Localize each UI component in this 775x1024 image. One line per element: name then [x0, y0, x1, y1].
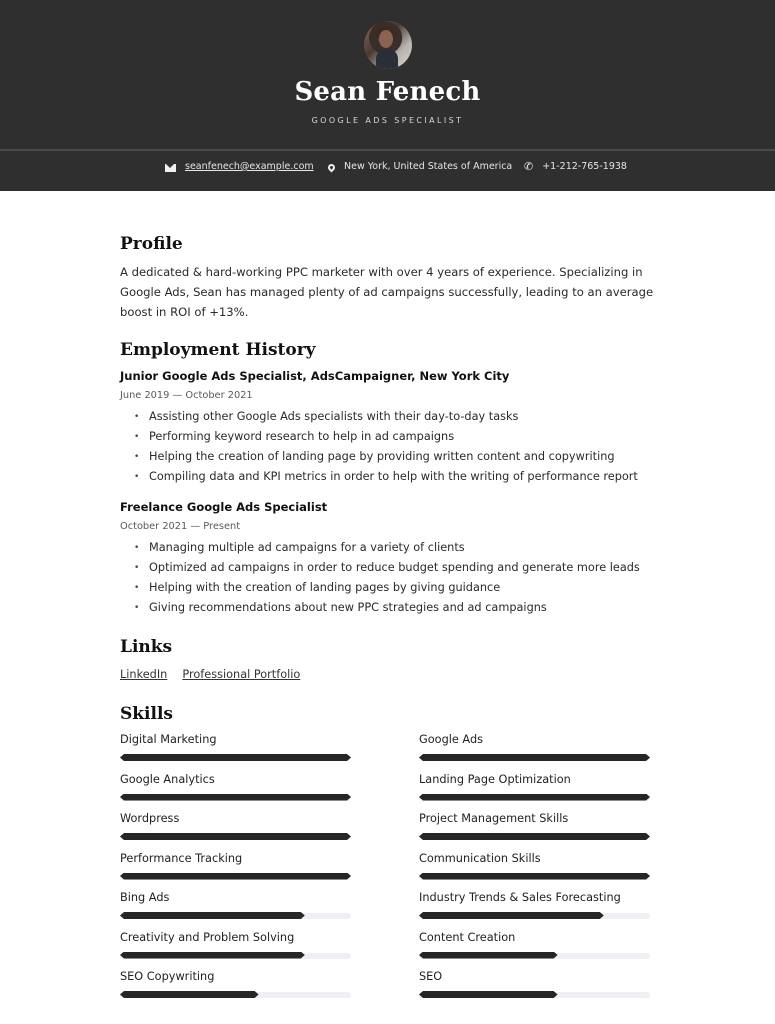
skill-bar-fill [120, 794, 351, 801]
skill-label: Bing Ads [120, 891, 170, 904]
skill-label: Google Analytics [120, 772, 215, 786]
job-title: Junior Google Ads Specialist, AdsCampaig… [120, 369, 510, 383]
skill-bar-fill [419, 873, 650, 880]
skill-label: SEO [419, 970, 443, 983]
job-dates: October 2021 — Present [120, 521, 241, 532]
link-portfolio[interactable]: Professional Portfolio [182, 668, 300, 681]
job-bullet: Helping the creation of landing page by … [134, 447, 638, 467]
skill-level-bar [419, 794, 650, 801]
contact-location: New York, United States of America [326, 161, 513, 173]
phone-text: +1-212-765-1938 [542, 161, 627, 172]
job-bullet: Performing keyword research to help in a… [134, 427, 638, 447]
avatar [364, 21, 412, 69]
job-bullet: Helping with the creation of landing pag… [134, 578, 640, 598]
job-title: Freelance Google Ads Specialist [120, 500, 328, 514]
skill-bar-fill [419, 794, 650, 801]
candidate-job-title: GOOGLE ADS SPECIALIST [311, 116, 464, 125]
skill-label: Communication Skills [419, 851, 541, 865]
skill-label: Project Management Skills [419, 812, 569, 825]
avatar-head [379, 30, 393, 48]
skill-bar-fill [120, 912, 305, 919]
contact-email[interactable]: seanfenech@example.com [165, 161, 314, 172]
skill-label: SEO Copywriting [120, 970, 215, 983]
skill-bar-fill [419, 952, 558, 959]
section-heading-employment: Employment History [120, 340, 316, 360]
job-bullet: Giving recommendations about new PPC str… [134, 598, 640, 618]
skill-label: Google Ads [419, 733, 484, 746]
skill-label: Wordpress [120, 812, 180, 825]
skill-level-bar [419, 873, 650, 880]
section-heading-skills: Skills [120, 704, 174, 724]
skill-level-bar [120, 833, 351, 840]
skill-bar-fill [120, 952, 305, 959]
job-bullet: Compiling data and KPI metrics in order … [134, 467, 638, 487]
skill-level-bar [120, 873, 351, 880]
section-heading-links: Links [120, 637, 173, 657]
skill-label: Digital Marketing [120, 733, 217, 746]
profile-summary: A dedicated & hard-working PPC marketer … [120, 265, 654, 319]
mail-icon [165, 164, 176, 172]
candidate-name: Sean Fenech [294, 77, 481, 107]
job-bullet: Managing multiple ad campaigns for a var… [134, 538, 640, 558]
links-list: LinkedIn Professional Portfolio [120, 668, 300, 681]
skill-bar-fill [419, 912, 604, 919]
skill-level-bar [419, 952, 650, 959]
contact-phone: ✆ +1-212-765-1938 [524, 159, 627, 173]
avatar-torso [376, 49, 398, 69]
skill-label: Industry Trends & Sales Forecasting [419, 891, 621, 904]
job-dates: June 2019 — October 2021 [120, 390, 253, 401]
skill-level-bar [120, 991, 351, 998]
skill-bar-fill [120, 873, 351, 880]
skill-label: Landing Page Optimization [419, 772, 571, 786]
job-bullets: Managing multiple ad campaigns for a var… [134, 538, 640, 618]
skill-level-bar [419, 912, 650, 919]
link-linkedin[interactable]: LinkedIn [120, 668, 167, 681]
job-bullet: Optimized ad campaigns in order to reduc… [134, 558, 640, 578]
skill-label: Content Creation [419, 930, 516, 944]
skill-bar-fill [120, 833, 351, 840]
skill-level-bar [120, 912, 351, 919]
map-pin-icon [326, 162, 337, 173]
skill-bar-fill [419, 754, 650, 761]
skill-level-bar [120, 952, 351, 959]
job-bullets: Assisting other Google Ads specialists w… [134, 407, 638, 487]
location-text: New York, United States of America [344, 161, 513, 172]
skill-level-bar [419, 991, 650, 998]
email-link[interactable]: seanfenech@example.com [185, 161, 314, 172]
skill-bar-fill [419, 833, 650, 840]
skill-level-bar [419, 754, 650, 761]
skill-bar-fill [120, 991, 259, 998]
skill-bar-fill [419, 991, 558, 998]
skill-level-bar [120, 754, 351, 761]
section-heading-profile: Profile [120, 234, 183, 254]
skill-label: Creativity and Problem Solving [120, 930, 295, 944]
skill-bar-fill [120, 754, 351, 761]
job-bullet: Assisting other Google Ads specialists w… [134, 407, 638, 427]
skill-level-bar [120, 794, 351, 801]
phone-icon: ✆ [524, 159, 534, 173]
skill-label: Performance Tracking [120, 851, 243, 865]
skill-level-bar [419, 833, 650, 840]
